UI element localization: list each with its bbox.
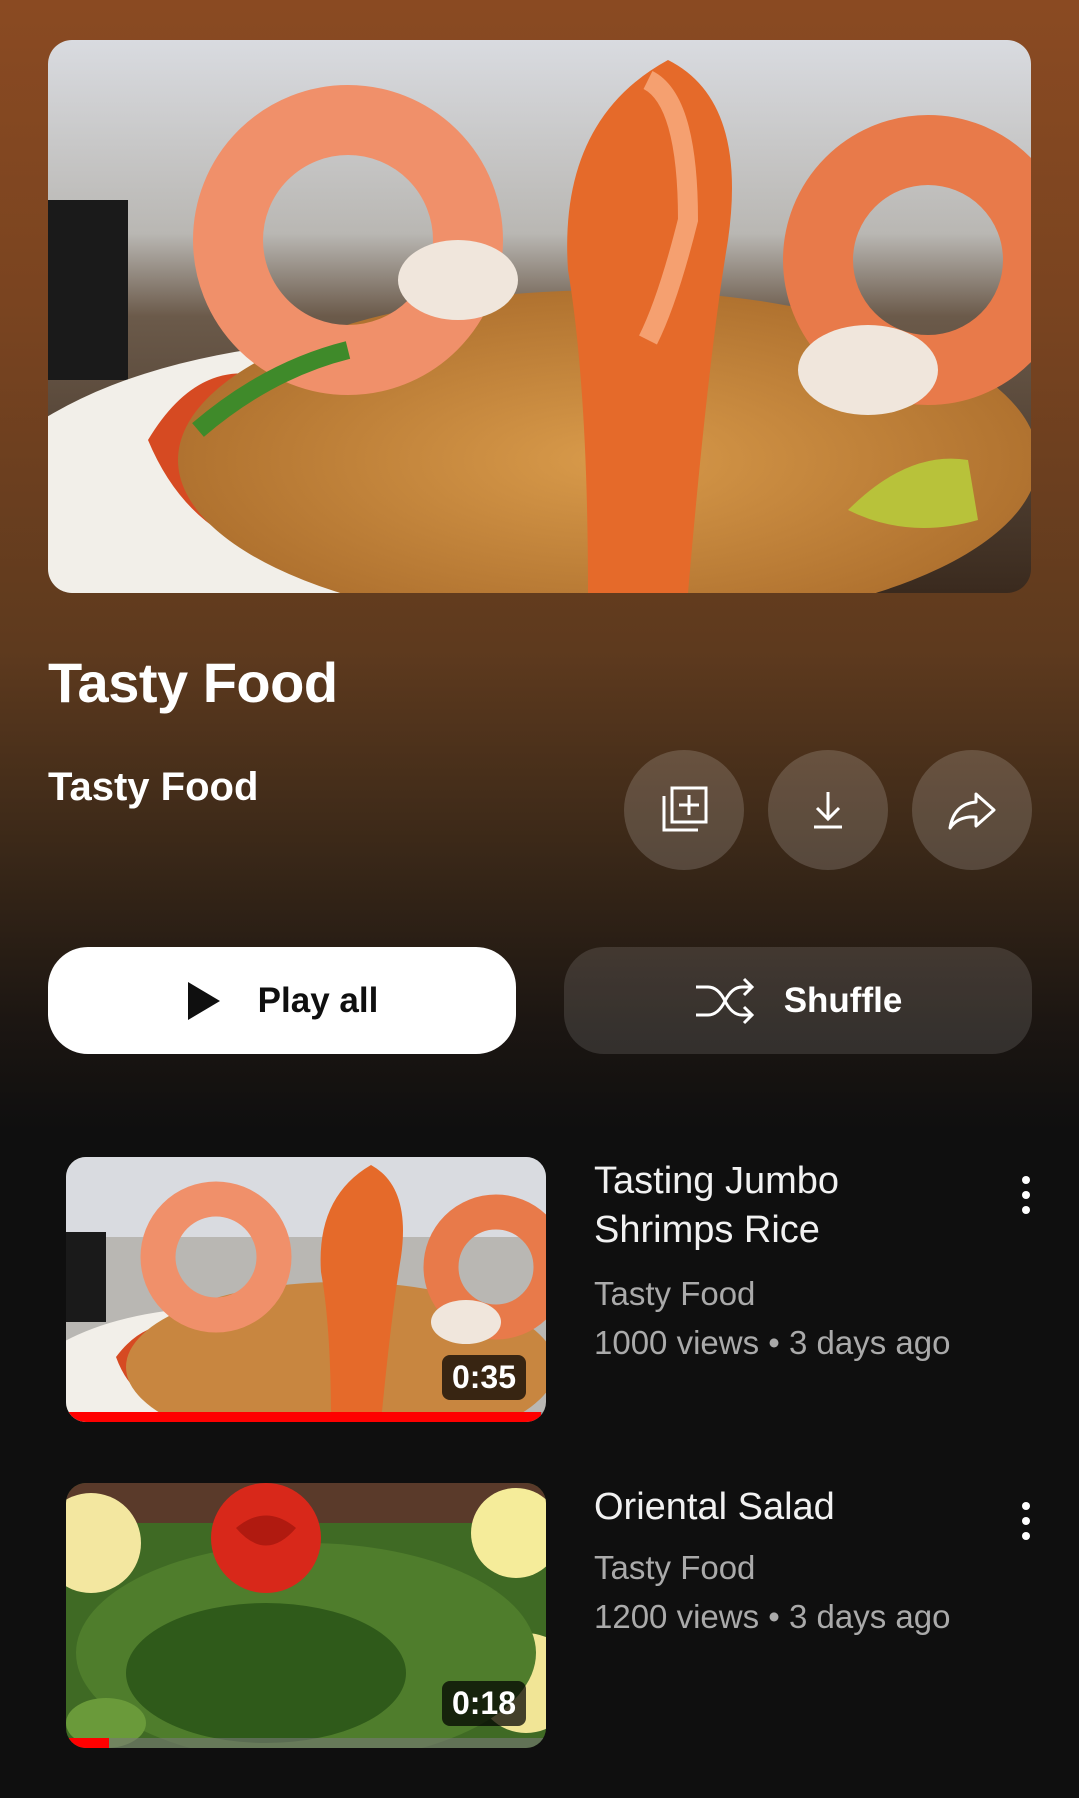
list-item[interactable]: 0:35 Tasting Jumbo Shrimps Rice Tasty Fo… (0, 1157, 1079, 1427)
more-options-icon[interactable] (1006, 1491, 1046, 1551)
share-icon (948, 792, 996, 830)
share-button[interactable] (912, 750, 1032, 870)
playlist-owner[interactable]: Tasty Food (48, 765, 258, 810)
playlist-hero-thumbnail[interactable] (48, 40, 1031, 593)
video-channel: Tasty Food (594, 1549, 756, 1586)
watch-progress-bar (66, 1412, 546, 1422)
more-options-icon[interactable] (1006, 1165, 1046, 1225)
download-icon (814, 792, 842, 829)
playlist-title: Tasty Food (48, 651, 338, 714)
video-title[interactable]: Tasting Jumbo Shrimps Rice (594, 1157, 974, 1255)
play-icon (187, 981, 220, 1020)
video-title[interactable]: Oriental Salad (594, 1483, 974, 1532)
video-stats: 1000 views • 3 days ago (594, 1324, 951, 1361)
add-to-library-icon (662, 786, 708, 832)
video-channel: Tasty Food (594, 1275, 756, 1312)
play-all-button[interactable]: Play all (48, 947, 516, 1054)
shuffle-label: Shuffle (783, 980, 903, 1020)
download-button[interactable] (768, 750, 888, 870)
watch-progress-fill (66, 1412, 542, 1422)
save-to-library-button[interactable] (624, 750, 744, 870)
watch-progress-bar (66, 1738, 546, 1748)
video-duration: 0:18 (441, 1681, 526, 1726)
video-duration: 0:35 (441, 1355, 526, 1400)
play-all-label: Play all (257, 980, 379, 1020)
shrimp-rice-image (48, 40, 1031, 593)
list-item[interactable]: 0:18 Oriental Salad Tasty Food 1200 view… (0, 1483, 1079, 1753)
shuffle-icon (695, 977, 754, 1024)
video-stats: 1200 views • 3 days ago (594, 1598, 951, 1635)
shuffle-button[interactable]: Shuffle (564, 947, 1032, 1054)
watch-progress-fill (66, 1738, 110, 1748)
video-thumbnail[interactable]: 0:35 (66, 1157, 546, 1422)
video-thumbnail[interactable]: 0:18 (66, 1483, 546, 1748)
